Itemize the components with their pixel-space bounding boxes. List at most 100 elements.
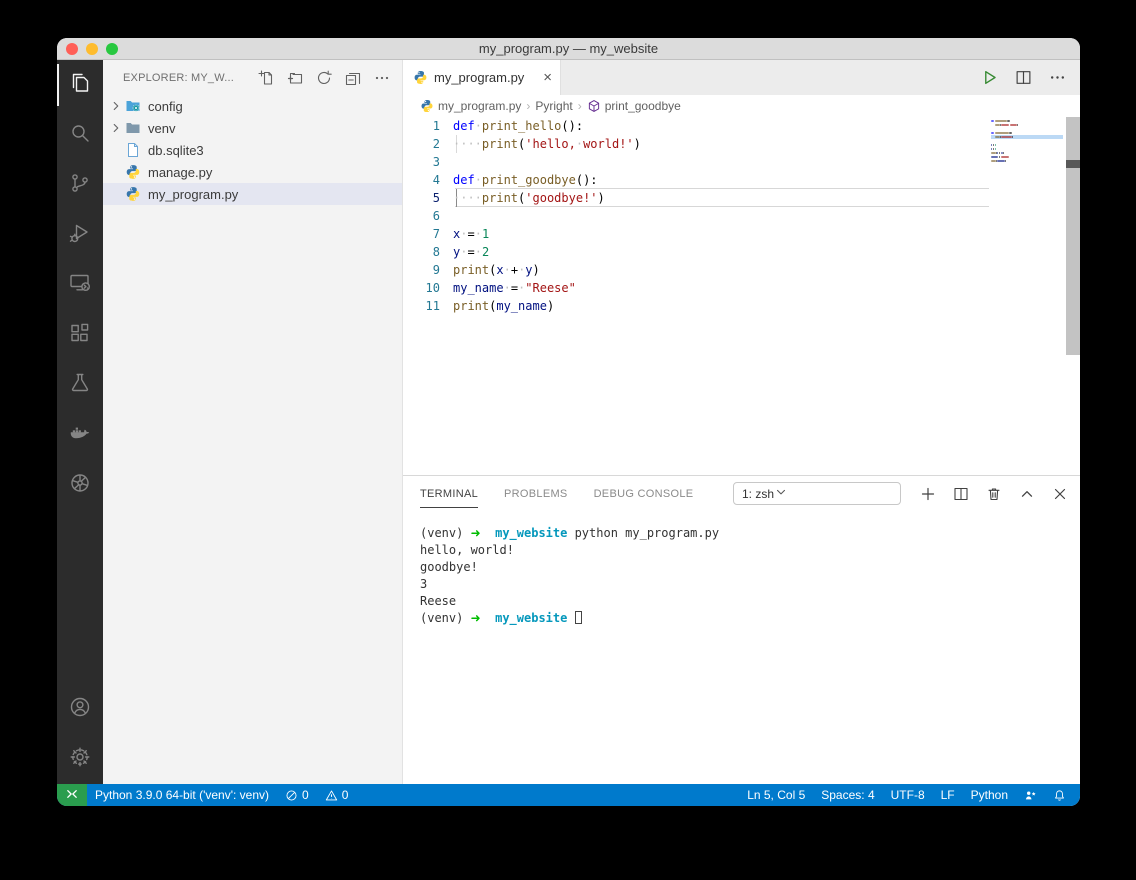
chevron-right-icon[interactable] (107, 99, 125, 113)
tree-item-db-sqlite3[interactable]: db.sqlite3 (103, 139, 402, 161)
status-feedback[interactable] (1016, 784, 1045, 806)
new-file-icon[interactable] (258, 70, 274, 86)
status-warnings-count[interactable]: 0 (317, 784, 357, 806)
minimize-button[interactable] (86, 43, 98, 55)
activity-kubernetes[interactable] (57, 460, 103, 510)
split-editor-icon[interactable] (1015, 69, 1032, 86)
titlebar[interactable]: my_program.py — my_website (57, 38, 1080, 60)
tab-label: my_program.py (434, 70, 524, 85)
line-number: 3 (403, 153, 453, 171)
code-editor[interactable]: 1def·print_hello():2····print('hello,·wo… (403, 117, 1080, 475)
docker-icon (68, 421, 92, 450)
breadcrumb-label: Pyright (535, 99, 572, 113)
chevron-right-icon[interactable] (107, 121, 125, 135)
terminal-panel: TERMINAL PROBLEMS DEBUG CONSOLE 1: zsh (ve… (403, 475, 1080, 784)
tree-item-label: db.sqlite3 (148, 143, 204, 158)
code-line-8: 8y·=·2 (403, 243, 1080, 261)
activity-remote-explorer[interactable] (57, 260, 103, 310)
status-label: 0 (342, 788, 349, 802)
line-text: ····print('goodbye!') (453, 189, 605, 207)
line-number: 2 (403, 135, 453, 153)
kill-terminal-icon[interactable] (986, 486, 1002, 502)
terminal-output[interactable]: (venv) ➜ my_website python my_program.py… (403, 511, 1080, 627)
status-label: Spaces: 4 (821, 788, 874, 802)
line-text: x·=·1 (453, 225, 489, 243)
tree-item-label: my_program.py (148, 187, 238, 202)
status-indentation[interactable]: Spaces: 4 (813, 784, 882, 806)
run-button[interactable] (981, 69, 998, 86)
code-lines: 1def·print_hello():2····print('hello,·wo… (403, 117, 1080, 315)
scrollbar-thumb[interactable] (1066, 160, 1080, 168)
terminal-line: (venv) ➜ my_website python my_program.py (420, 525, 1080, 542)
line-number: 5 (403, 189, 453, 207)
status-language-mode[interactable]: Python (963, 784, 1016, 806)
status-eol[interactable]: LF (933, 784, 963, 806)
activity-run-debug[interactable] (57, 210, 103, 260)
error-icon (285, 789, 298, 802)
testing-icon (68, 371, 92, 400)
terminal-line: (venv) ➜ my_website (420, 610, 1080, 627)
activity-search[interactable] (57, 110, 103, 160)
line-text: def·print_goodbye(): (453, 171, 598, 189)
breadcrumb-label: print_goodbye (605, 99, 681, 113)
editor-scrollbar[interactable] (1066, 117, 1080, 355)
activity-accounts[interactable] (57, 684, 103, 734)
code-line-9: 9print(x·+·y) (403, 261, 1080, 279)
panel-tab-problems[interactable]: PROBLEMS (504, 479, 568, 508)
terminal-line: goodbye! (420, 559, 1080, 576)
search-icon (68, 121, 92, 150)
file-db-icon (125, 142, 141, 158)
tab-close-icon[interactable]: × (543, 70, 552, 85)
breadcrumb-separator: › (578, 99, 582, 113)
activity-testing[interactable] (57, 360, 103, 410)
breadcrumb-item[interactable]: Pyright (535, 99, 572, 113)
status-encoding[interactable]: UTF-8 (883, 784, 933, 806)
tree-item-venv[interactable]: venv (103, 117, 402, 139)
folder-icon (125, 120, 141, 136)
close-button[interactable] (66, 43, 78, 55)
status-cursor-position[interactable]: Ln 5, Col 5 (739, 784, 813, 806)
workbench: EXPLORER: MY_W... configvenvdb.sqlite3ma… (57, 60, 1080, 784)
activity-extensions[interactable] (57, 310, 103, 360)
terminal-shell-select[interactable]: 1: zsh (733, 482, 901, 505)
status-label: 0 (302, 788, 309, 802)
editor-group: my_program.py × my_program.py›Pyright›pr… (403, 60, 1080, 784)
desktop-background: my_program.py — my_website EXPLORER: MY_… (0, 0, 1136, 880)
folder-config-icon (125, 98, 141, 114)
tree-item-my-program-py[interactable]: my_program.py (103, 183, 402, 205)
line-number: 9 (403, 261, 453, 279)
zoom-button[interactable] (106, 43, 118, 55)
status-python-interpreter[interactable]: Python 3.9.0 64-bit ('venv': venv) (87, 784, 277, 806)
collapse-all-icon[interactable] (345, 70, 361, 86)
new-folder-icon[interactable] (287, 70, 303, 86)
status-notifications[interactable] (1045, 784, 1074, 806)
more-icon[interactable] (374, 70, 390, 86)
maximize-panel-icon[interactable] (1019, 486, 1035, 502)
tree-item-manage-py[interactable]: manage.py (103, 161, 402, 183)
more-icon[interactable] (1049, 69, 1066, 86)
status-label: Python 3.9.0 64-bit ('venv': venv) (95, 788, 269, 802)
python-icon (413, 70, 428, 85)
refresh-icon[interactable] (316, 70, 332, 86)
status-errors-count[interactable]: 0 (277, 784, 317, 806)
panel-tab-terminal[interactable]: TERMINAL (420, 479, 478, 508)
tree-item-config[interactable]: config (103, 95, 402, 117)
remote-indicator[interactable] (57, 784, 87, 806)
tree-item-label: venv (148, 121, 175, 136)
line-number: 4 (403, 171, 453, 189)
activity-manage[interactable] (57, 734, 103, 784)
tab-my-program-py[interactable]: my_program.py × (403, 60, 561, 95)
line-number: 6 (403, 207, 453, 225)
breadcrumb-item[interactable]: my_program.py (420, 99, 521, 113)
window-title: my_program.py — my_website (479, 41, 658, 56)
activity-source-control[interactable] (57, 160, 103, 210)
close-panel-icon[interactable] (1052, 486, 1068, 502)
activity-explorer[interactable] (57, 60, 103, 110)
split-terminal-icon[interactable] (953, 486, 969, 502)
panel-tab-debug-console[interactable]: DEBUG CONSOLE (594, 479, 694, 508)
new-terminal-icon[interactable] (920, 486, 936, 502)
minimap[interactable] (991, 119, 1063, 163)
activity-docker[interactable] (57, 410, 103, 460)
shell-select-value: 1: zsh (742, 487, 774, 501)
breadcrumb-item[interactable]: print_goodbye (587, 99, 681, 113)
